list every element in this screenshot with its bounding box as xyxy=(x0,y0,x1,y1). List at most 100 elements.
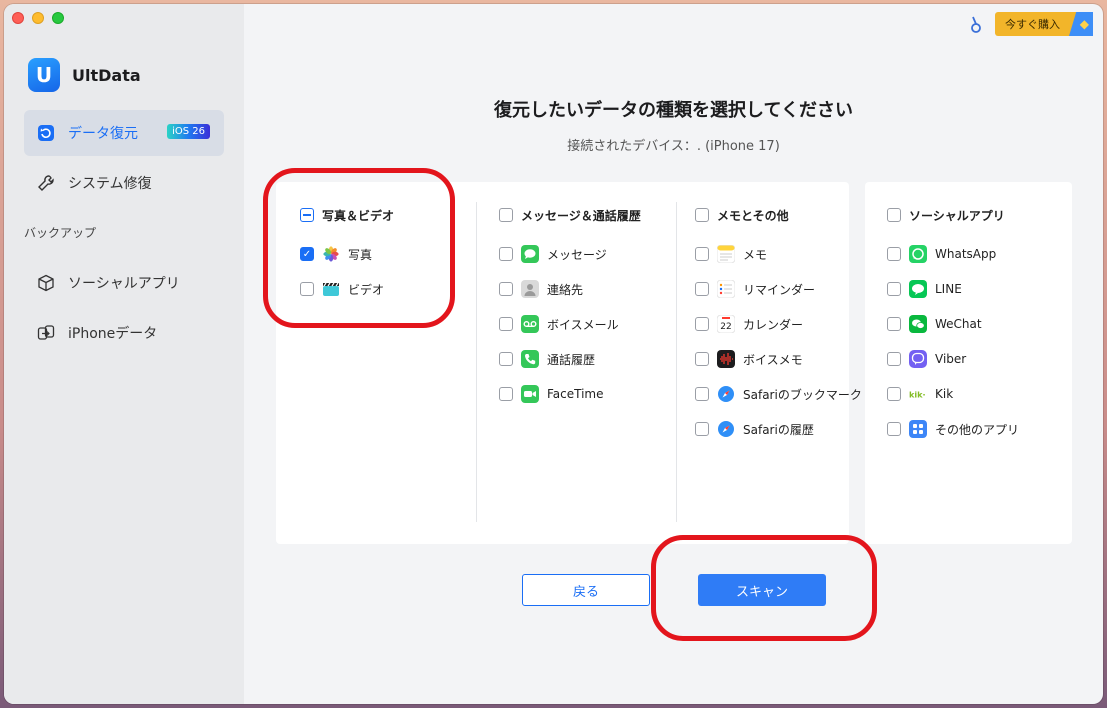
item-checkbox[interactable] xyxy=(499,282,513,296)
item-label: リマインダー xyxy=(743,282,816,297)
data-type-item[interactable]: 連絡先 xyxy=(499,279,583,299)
category-social-apps: ソーシャルアプリ WhatsApp LINE WeChat Viber kik· Kik その… xyxy=(887,182,1067,544)
data-type-item[interactable]: ボイスメール xyxy=(499,314,619,334)
category-checkbox[interactable] xyxy=(300,208,314,222)
sidebar-item-data-recovery[interactable]: データ復元 iOS 26 xyxy=(24,110,224,156)
register-key-icon[interactable] xyxy=(969,16,983,38)
item-checkbox[interactable] xyxy=(300,282,314,296)
sidebar-item-system-repair[interactable]: システム修復 xyxy=(24,160,224,206)
column-divider xyxy=(476,202,477,522)
app-name: UltData xyxy=(72,65,141,85)
back-button[interactable]: 戻る xyxy=(522,574,650,606)
item-checkbox[interactable] xyxy=(695,352,709,366)
item-checkbox[interactable] xyxy=(887,282,901,296)
sidebar: U UltData データ復元 iOS 26 システム修復 バックアップ ソーシ… xyxy=(4,4,244,704)
item-checkbox[interactable] xyxy=(499,247,513,261)
data-type-item[interactable]: その他のアプリ xyxy=(887,419,1019,439)
data-type-item[interactable]: WeChat xyxy=(887,314,982,334)
item-checkbox[interactable] xyxy=(499,387,513,401)
item-label: LINE xyxy=(935,282,962,296)
minimize-window-button[interactable] xyxy=(32,12,44,24)
voicemail-icon xyxy=(521,315,539,333)
item-label: ボイスメモ xyxy=(743,352,803,367)
svg-text:22: 22 xyxy=(720,322,731,332)
category-header[interactable]: 写真＆ビデオ xyxy=(300,205,394,225)
item-label: FaceTime xyxy=(547,387,604,401)
item-checkbox[interactable]: ✓ xyxy=(300,247,314,261)
category-checkbox[interactable] xyxy=(695,208,709,222)
buy-now-label: 今すぐ購入 xyxy=(1005,18,1060,31)
data-type-item[interactable]: Viber xyxy=(887,349,966,369)
buy-now-button[interactable]: 今すぐ購入 ◆ xyxy=(995,12,1093,36)
safari-icon xyxy=(717,385,735,403)
svg-text:kik·: kik· xyxy=(909,390,926,400)
window-controls xyxy=(12,12,64,24)
scan-button[interactable]: スキャン xyxy=(698,574,826,606)
item-label: その他のアプリ xyxy=(935,422,1020,437)
category-header[interactable]: メモとその他 xyxy=(695,205,789,225)
item-checkbox[interactable] xyxy=(887,422,901,436)
zoom-window-button[interactable] xyxy=(52,12,64,24)
data-types-panel: 写真＆ビデオ ✓ 写真ビデオ メッセージ＆通話履歴メッセージ連絡先ボイスメール通話履… xyxy=(276,182,862,544)
item-checkbox[interactable] xyxy=(887,247,901,261)
safari-icon xyxy=(717,420,735,438)
ios-version-badge: iOS 26 xyxy=(167,124,210,139)
item-checkbox[interactable] xyxy=(887,387,901,401)
data-type-item[interactable]: kik· Kik xyxy=(887,384,953,404)
wechat-icon xyxy=(909,315,927,333)
item-label: 通話履歴 xyxy=(547,352,596,367)
category-notes-other: メモとその他メモリマインダー 22 カレンダーボイスメモ Safariのブックマーク S… xyxy=(695,182,862,544)
item-label: メッセージ xyxy=(547,247,607,262)
diamond-icon: ◆ xyxy=(1069,12,1093,36)
data-type-item[interactable]: FaceTime xyxy=(499,384,604,404)
messages-icon xyxy=(521,245,539,263)
data-type-item[interactable]: ✓ 写真 xyxy=(300,244,372,264)
ultdata-logo-icon: U xyxy=(28,58,60,92)
item-checkbox[interactable] xyxy=(695,317,709,331)
data-type-item[interactable]: ビデオ xyxy=(300,279,384,299)
data-type-item[interactable]: 通話履歴 xyxy=(499,349,595,369)
item-checkbox[interactable] xyxy=(695,422,709,436)
app-window: U UltData データ復元 iOS 26 システム修復 バックアップ ソーシ… xyxy=(4,4,1103,704)
category-header[interactable]: メッセージ＆通話履歴 xyxy=(499,205,641,225)
item-checkbox[interactable] xyxy=(695,282,709,296)
item-checkbox[interactable] xyxy=(887,352,901,366)
category-checkbox[interactable] xyxy=(499,208,513,222)
data-type-item[interactable]: リマインダー xyxy=(695,279,815,299)
notes-icon xyxy=(717,245,735,263)
data-type-item[interactable]: Safariの履歴 xyxy=(695,419,814,439)
item-checkbox[interactable] xyxy=(695,247,709,261)
item-label: Safariの履歴 xyxy=(743,422,814,437)
cube-icon xyxy=(36,273,56,293)
category-photos-video: 写真＆ビデオ ✓ 写真ビデオ xyxy=(300,182,480,544)
facetime-icon xyxy=(521,385,539,403)
data-type-item[interactable]: ボイスメモ xyxy=(695,349,803,369)
recover-icon xyxy=(36,123,56,143)
page-title: 復元したいデータの種類を選択してください xyxy=(494,100,853,121)
item-checkbox[interactable] xyxy=(499,352,513,366)
data-type-item[interactable]: メッセージ xyxy=(499,244,607,264)
data-type-item[interactable]: WhatsApp xyxy=(887,244,996,264)
item-label: メモ xyxy=(743,247,768,262)
data-type-item[interactable]: LINE xyxy=(887,279,962,299)
sidebar-item-label: システム修復 xyxy=(68,176,152,192)
category-checkbox[interactable] xyxy=(887,208,901,222)
transfer-icon xyxy=(36,323,56,343)
data-type-item[interactable]: メモ xyxy=(695,244,767,264)
phone-icon xyxy=(521,350,539,368)
item-label: 写真 xyxy=(348,247,373,262)
device-info: 接続されたデバイス：. (iPhone 17) xyxy=(567,139,780,154)
line-icon xyxy=(909,280,927,298)
sidebar-item-social-apps[interactable]: ソーシャルアプリ xyxy=(24,260,224,306)
data-type-item[interactable]: 22 カレンダー xyxy=(695,314,803,334)
item-label: WeChat xyxy=(935,317,982,331)
item-checkbox[interactable] xyxy=(887,317,901,331)
data-type-item[interactable]: Safariのブックマーク xyxy=(695,384,862,404)
category-header[interactable]: ソーシャルアプリ xyxy=(887,205,1005,225)
item-checkbox[interactable] xyxy=(695,387,709,401)
sidebar-item-iphone-data[interactable]: iPhoneデータ xyxy=(24,310,224,356)
category-label: 写真＆ビデオ xyxy=(322,208,395,223)
close-window-button[interactable] xyxy=(12,12,24,24)
item-checkbox[interactable] xyxy=(499,317,513,331)
contacts-icon xyxy=(521,280,539,298)
